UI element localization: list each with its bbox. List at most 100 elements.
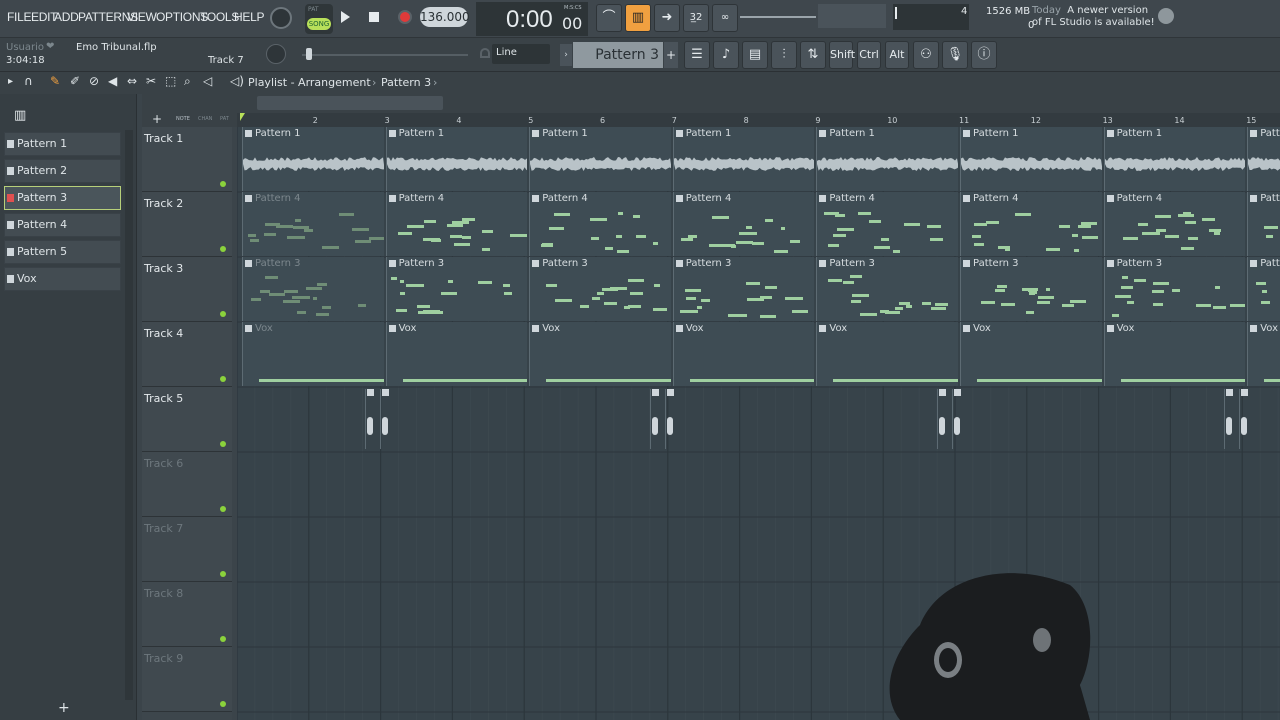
- pattern-arrow-button[interactable]: ›: [560, 44, 572, 66]
- pattern-clip[interactable]: Pattern 4: [1247, 192, 1280, 256]
- audio-clip[interactable]: Pattern 1: [816, 127, 958, 191]
- channel-rack-window-button[interactable]: ▤: [742, 41, 768, 69]
- track-mute-led[interactable]: [220, 311, 226, 317]
- track-header-7[interactable]: Track 7: [142, 517, 232, 582]
- picker-item-vox[interactable]: Vox: [4, 267, 121, 291]
- audio-hit-clip[interactable]: [365, 389, 375, 449]
- menu-add[interactable]: ADD: [54, 10, 78, 24]
- pattern-clip[interactable]: Pattern 3: [242, 257, 384, 321]
- audio-hit-clip[interactable]: [1239, 389, 1249, 449]
- piano-roll-window-button[interactable]: ♪: [713, 41, 739, 69]
- audio-clip[interactable]: Pattern 1: [386, 127, 528, 191]
- pattern-clip[interactable]: Pattern 3: [1104, 257, 1246, 321]
- track-header-1[interactable]: Track 1: [142, 127, 232, 192]
- pattern-clip[interactable]: Pattern 4: [242, 192, 384, 256]
- audio-clip[interactable]: Pattern 1: [1247, 127, 1280, 191]
- picker-item-pattern-5[interactable]: Pattern 5: [4, 240, 121, 264]
- audio-clip[interactable]: Pattern 1: [242, 127, 384, 191]
- vox-clip[interactable]: Vox: [816, 322, 958, 386]
- audio-hit-clip[interactable]: [1224, 389, 1234, 449]
- track-header-9[interactable]: Track 9: [142, 647, 232, 712]
- picker-mode-chan[interactable]: CHAN: [198, 116, 212, 122]
- track-header-5[interactable]: Track 5: [142, 387, 232, 452]
- piano-keys-icon[interactable]: ▥: [14, 108, 26, 123]
- plugin-picker-button[interactable]: ⚇: [913, 41, 939, 69]
- pat-song-toggle[interactable]: PAT SONG: [305, 4, 333, 34]
- pattern-clip[interactable]: Pattern 4: [673, 192, 815, 256]
- time-display[interactable]: 0:00 00 M:S:CS: [476, 2, 588, 36]
- audio-clip[interactable]: Pattern 1: [1104, 127, 1246, 191]
- slice-icon[interactable]: ✂: [146, 74, 156, 88]
- pattern-clip[interactable]: Pattern 3: [529, 257, 671, 321]
- track-mute-led[interactable]: [220, 506, 226, 512]
- track-header-6[interactable]: Track 6: [142, 452, 232, 517]
- pattern-selector[interactable]: Pattern 3: [573, 42, 663, 68]
- pattern-clip[interactable]: Pattern 3: [1247, 257, 1280, 321]
- audio-hit-clip[interactable]: [665, 389, 675, 449]
- picker-item-pattern-3[interactable]: Pattern 3: [4, 186, 121, 210]
- audio-hit-clip[interactable]: [650, 389, 660, 449]
- track-mute-led[interactable]: [220, 181, 226, 187]
- pattern-clip[interactable]: Pattern 3: [386, 257, 528, 321]
- vox-clip[interactable]: Vox: [529, 322, 671, 386]
- pattern-clip[interactable]: Pattern 4: [960, 192, 1102, 256]
- song-start-marker[interactable]: [240, 113, 245, 121]
- tempo-display[interactable]: 136.000: [420, 7, 468, 27]
- track-header-2[interactable]: Track 2: [142, 192, 232, 257]
- pattern-clip[interactable]: Pattern 3: [673, 257, 815, 321]
- track-mute-led[interactable]: [220, 376, 226, 382]
- mixer-window-button[interactable]: ⫶: [771, 41, 797, 69]
- info-button[interactable]: ⓘ: [971, 41, 997, 69]
- pattern-clip[interactable]: Pattern 3: [816, 257, 958, 321]
- horizontal-scroll-handle[interactable]: [257, 96, 443, 110]
- playlist-menu-arrow-icon[interactable]: ▸: [8, 76, 13, 87]
- add-track-icon[interactable]: +: [152, 112, 162, 126]
- metronome-button[interactable]: ⌒: [596, 4, 622, 32]
- pitch-knob[interactable]: [266, 44, 286, 64]
- song-position-slider[interactable]: [302, 54, 468, 56]
- track-header-3[interactable]: Track 3: [142, 257, 232, 322]
- audio-clip[interactable]: Pattern 1: [673, 127, 815, 191]
- news-panel[interactable]: Today A newer version of FL Studio is av…: [1032, 5, 1156, 29]
- add-pattern-button[interactable]: +: [664, 42, 678, 68]
- pattern-clip[interactable]: Pattern 4: [1104, 192, 1246, 256]
- brush-icon[interactable]: ✐: [70, 74, 80, 88]
- play-icon[interactable]: [341, 11, 350, 23]
- horizontal-scrollbar[interactable]: [237, 94, 1280, 113]
- zoom-icon[interactable]: ⌕: [184, 74, 191, 89]
- picker-item-pattern-2[interactable]: Pattern 2: [4, 159, 121, 183]
- pattern-clip[interactable]: Pattern 4: [529, 192, 671, 256]
- add-clip-icon[interactable]: +: [58, 700, 70, 716]
- breadcrumb-playlist[interactable]: Playlist - Arrangement: [248, 76, 371, 89]
- main-pitch-slider[interactable]: [740, 16, 816, 18]
- picker-item-pattern-4[interactable]: Pattern 4: [4, 213, 121, 237]
- picker-mode-note[interactable]: NOTE: [176, 116, 190, 122]
- typing-keyboard-button[interactable]: ▥: [625, 4, 651, 32]
- snap-select[interactable]: Line: [492, 44, 550, 64]
- picker-scrollbar[interactable]: [125, 130, 133, 700]
- pattern-clip[interactable]: Pattern 4: [386, 192, 528, 256]
- menu-file[interactable]: FILE: [7, 10, 31, 24]
- audio-hit-clip[interactable]: [937, 389, 947, 449]
- mute-icon[interactable]: ◀: [108, 74, 117, 88]
- record-icon[interactable]: [398, 10, 412, 24]
- countdown-button[interactable]: 3̲2: [683, 4, 709, 32]
- snap-magnet-icon[interactable]: [480, 48, 490, 58]
- pencil-icon[interactable]: ✎: [50, 74, 60, 88]
- select-icon[interactable]: ⬚: [165, 74, 176, 88]
- timeline-ruler[interactable]: 2 3 4 5 6 7 8 9 10 11 12 13 14 15: [237, 113, 1280, 127]
- magnet-icon[interactable]: ∩: [24, 74, 33, 88]
- shift-key-button[interactable]: Shift: [829, 41, 853, 69]
- vox-clip[interactable]: Vox: [242, 322, 384, 386]
- vox-clip[interactable]: Vox: [1104, 322, 1246, 386]
- audio-clip[interactable]: Pattern 1: [960, 127, 1102, 191]
- vox-clip[interactable]: Vox: [673, 322, 815, 386]
- playlist-grid[interactable]: Pattern 1 Pattern 1 Pattern 1 Pattern 1 Patt…: [237, 127, 1280, 720]
- alt-key-button[interactable]: Alt: [885, 41, 909, 69]
- playback-icon[interactable]: ◁: [203, 74, 212, 88]
- picker-mode-pat[interactable]: PAT: [220, 116, 229, 122]
- pattern-clip[interactable]: Pattern 4: [816, 192, 958, 256]
- browser-window-button[interactable]: ⇅: [800, 41, 826, 69]
- vox-clip[interactable]: Vox: [960, 322, 1102, 386]
- vox-clip[interactable]: Vox: [386, 322, 528, 386]
